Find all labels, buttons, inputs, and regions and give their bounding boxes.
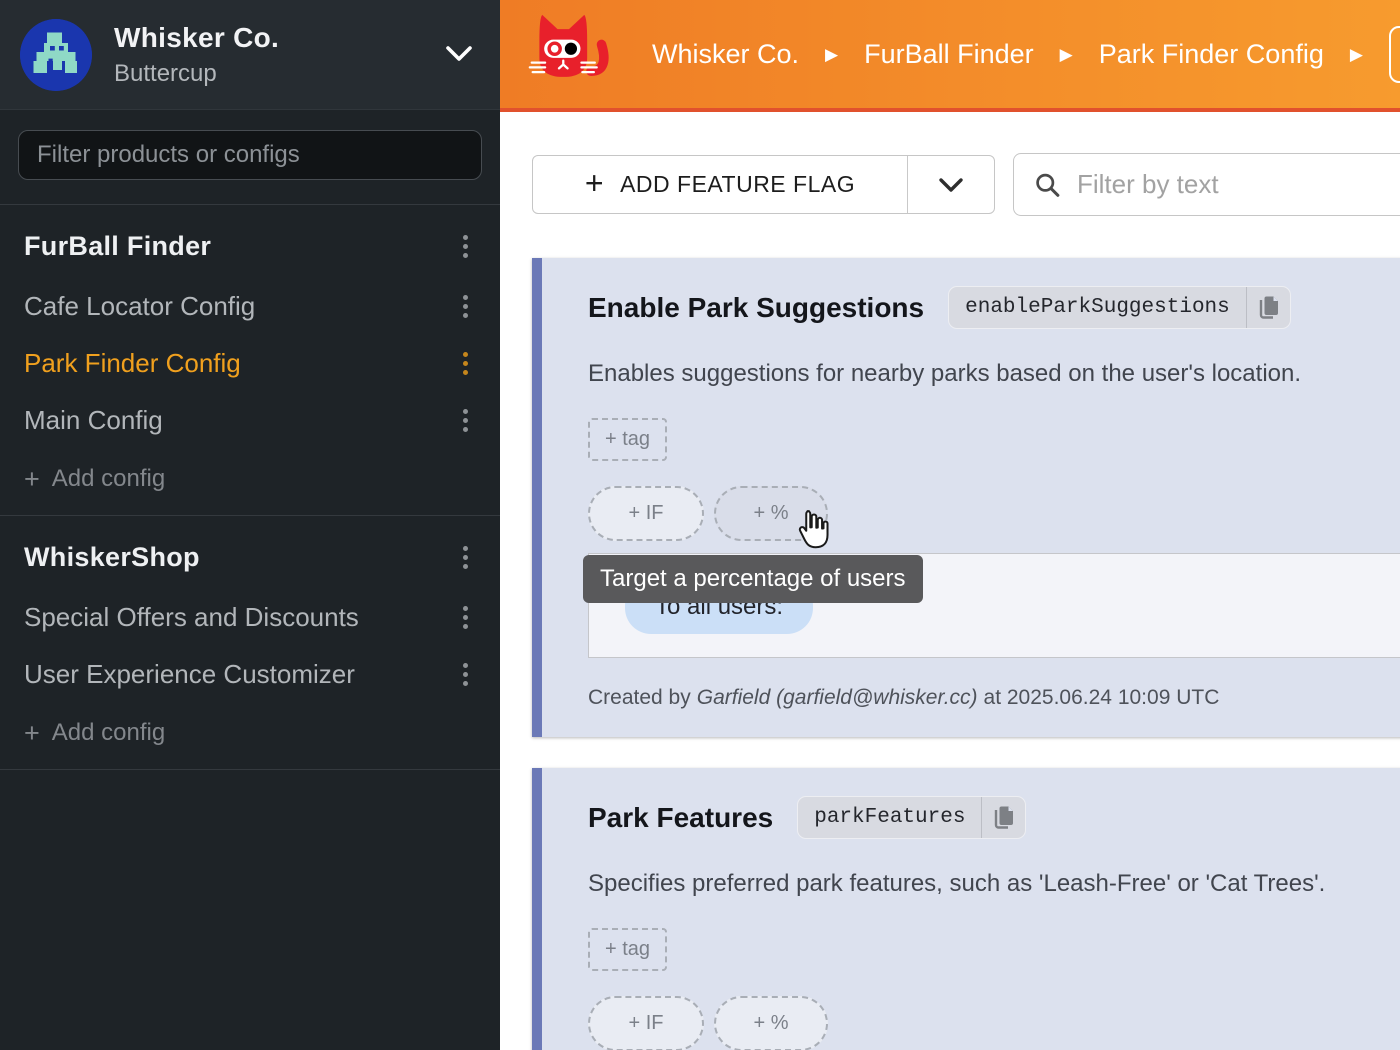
created-prefix: Created by <box>588 686 691 710</box>
sidebar-item-park-finder-config[interactable]: Park Finder Config <box>0 335 500 392</box>
sidebar-item-special-offers[interactable]: Special Offers and Discounts <box>0 589 500 646</box>
config-label: Park Finder Config <box>24 348 241 379</box>
copy-key-button[interactable] <box>982 799 1025 836</box>
breadcrumb-arrow-icon: ▶ <box>1350 45 1363 65</box>
breadcrumb-arrow-icon: ▶ <box>825 45 838 65</box>
sidebar-filter-input[interactable] <box>18 130 482 180</box>
product-section-furball-finder: FurBall Finder Cafe Locator Config Park … <box>0 205 500 516</box>
add-feature-flag-label: ADD FEATURE FLAG <box>620 171 855 198</box>
sidebar: Whisker Co. Buttercup FurBall Finder Caf… <box>0 0 500 1050</box>
kebab-menu-icon[interactable] <box>459 348 472 379</box>
add-feature-flag-button[interactable]: + ADD FEATURE FLAG <box>532 155 995 214</box>
kebab-menu-icon[interactable] <box>459 542 472 573</box>
flag-search-box <box>1013 153 1400 216</box>
sidebar-item-main-config[interactable]: Main Config <box>0 392 500 449</box>
copy-icon <box>992 805 1015 830</box>
add-tag-button[interactable]: + tag <box>588 928 667 971</box>
plus-icon: + <box>24 723 40 743</box>
created-timestamp: at 2025.06.24 10:09 UTC <box>984 686 1220 710</box>
flag-search-input[interactable] <box>1077 169 1400 200</box>
breadcrumb-product[interactable]: FurBall Finder <box>864 39 1034 70</box>
plus-icon: + <box>585 165 604 202</box>
search-icon <box>1034 170 1061 200</box>
org-header[interactable]: Whisker Co. Buttercup <box>0 0 500 110</box>
percentage-tooltip: Target a percentage of users <box>583 555 923 603</box>
add-config-button[interactable]: + Add config <box>0 449 500 499</box>
kebab-menu-icon[interactable] <box>459 659 472 690</box>
flag-key: parkFeatures <box>798 797 981 838</box>
feature-flag-card-enable-park-suggestions: Enable Park Suggestions enableParkSugges… <box>532 258 1400 737</box>
flag-title: Park Features <box>588 802 773 834</box>
created-by-line: Created by Garfield (garfield@whisker.cc… <box>588 686 1219 710</box>
kebab-menu-icon[interactable] <box>459 291 472 322</box>
mouse-cursor-icon <box>790 506 836 556</box>
flag-key: enableParkSuggestions <box>949 287 1246 328</box>
breadcrumb-arrow-icon: ▶ <box>1060 45 1073 65</box>
feature-flag-card-park-features: Park Features parkFeatures Specifies pre… <box>532 768 1400 1050</box>
kebab-menu-icon[interactable] <box>459 405 472 436</box>
chevron-down-icon <box>938 177 964 193</box>
environment-button-partial[interactable] <box>1389 26 1400 83</box>
sidebar-item-cafe-locator-config[interactable]: Cafe Locator Config <box>0 278 500 335</box>
config-label: Cafe Locator Config <box>24 291 255 322</box>
product-name[interactable]: WhiskerShop <box>24 542 200 573</box>
flag-key-chip[interactable]: parkFeatures <box>797 796 1026 839</box>
chevron-down-icon[interactable] <box>444 44 474 64</box>
pixel-robot-icon <box>20 19 92 91</box>
add-config-label: Add config <box>52 719 165 747</box>
created-author: Garfield (garfield@whisker.cc) <box>697 686 978 710</box>
kebab-menu-icon[interactable] <box>459 602 472 633</box>
add-config-label: Add config <box>52 465 165 493</box>
org-name: Whisker Co. <box>114 22 279 54</box>
copy-key-button[interactable] <box>1247 289 1290 326</box>
flag-key-chip[interactable]: enableParkSuggestions <box>948 286 1291 329</box>
kebab-menu-icon[interactable] <box>459 231 472 262</box>
sidebar-item-user-experience-customizer[interactable]: User Experience Customizer <box>0 646 500 703</box>
add-if-rule-button[interactable]: + IF <box>588 996 704 1050</box>
product-section-whiskershop: WhiskerShop Special Offers and Discounts… <box>0 516 500 770</box>
breadcrumb: Whisker Co. ▶ FurBall Finder ▶ Park Find… <box>652 39 1363 70</box>
config-label: Special Offers and Discounts <box>24 602 359 633</box>
add-tag-button[interactable]: + tag <box>588 418 667 461</box>
sidebar-filter <box>0 110 500 205</box>
flag-description: Specifies preferred park features, such … <box>588 870 1325 898</box>
org-avatar <box>20 19 92 91</box>
add-percentage-rule-button[interactable]: + % <box>714 996 828 1050</box>
config-label: User Experience Customizer <box>24 659 355 690</box>
flag-description: Enables suggestions for nearby parks bas… <box>588 360 1301 388</box>
plus-icon: + <box>24 469 40 489</box>
config-label: Main Config <box>24 405 163 436</box>
flag-title: Enable Park Suggestions <box>588 292 924 324</box>
breadcrumb-org[interactable]: Whisker Co. <box>652 39 799 70</box>
breadcrumb-config[interactable]: Park Finder Config <box>1099 39 1324 70</box>
copy-icon <box>1257 295 1280 320</box>
add-feature-flag-caret[interactable] <box>908 156 994 213</box>
add-config-button[interactable]: + Add config <box>0 703 500 753</box>
top-bar: Whisker Co. ▶ FurBall Finder ▶ Park Find… <box>500 0 1400 112</box>
add-if-rule-button[interactable]: + IF <box>588 486 704 541</box>
org-environment: Buttercup <box>114 60 279 88</box>
cat-logo-icon <box>526 8 612 100</box>
product-name[interactable]: FurBall Finder <box>24 231 211 262</box>
